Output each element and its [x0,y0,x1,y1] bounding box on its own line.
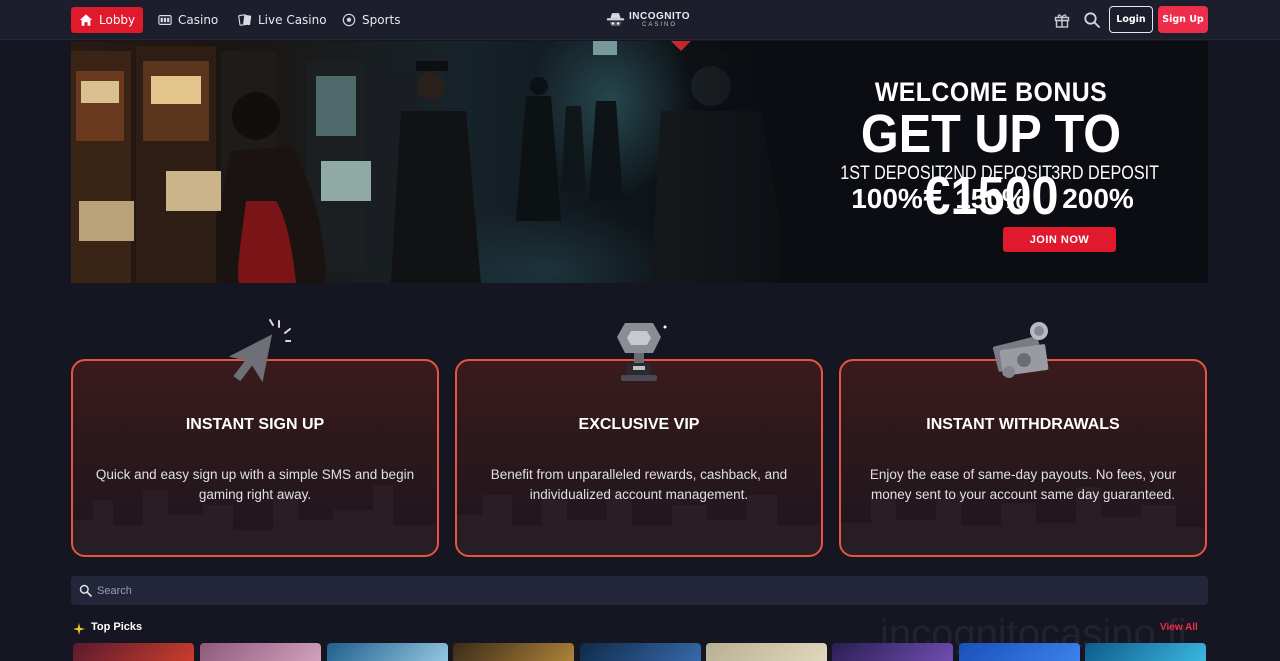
welcome-bonus-banner[interactable]: WELCOME BONUS GET UP TO €1500 1ST DEPOSI… [71,41,1208,283]
cursor-click-icon [228,319,291,383]
deposit-tier: 2ND DEPOSIT 150% [936,163,1052,215]
game-tile[interactable] [1085,643,1206,661]
top-navigation-bar: Lobby Casino Live Casino Sports INCOGNIT… [0,0,1280,40]
home-icon [79,14,93,26]
game-tile[interactable] [73,643,194,661]
nav-lobby-label: Lobby [99,13,136,27]
signup-button[interactable]: Sign Up [1158,6,1208,33]
nav-sports-label: Sports [362,13,401,27]
game-tile[interactable] [200,643,321,661]
view-all-link[interactable]: View All [1160,622,1198,633]
game-tile[interactable] [706,643,827,661]
game-tile[interactable] [959,643,1080,661]
deposit-label: 2ND DEPOSIT [944,163,1052,184]
feature-description: Enjoy the ease of same-day payouts. No f… [869,467,1177,502]
sparkle-icon [73,623,85,635]
money-icon [992,322,1049,378]
deposit-label: 3RD DEPOSIT [1051,163,1159,184]
join-now-button[interactable]: JOIN NOW [1003,227,1116,252]
incognito-hat-icon [606,13,625,27]
logo-wordmark: INCOGNITO [629,11,690,22]
nav-live-casino[interactable]: Live Casino [230,7,335,33]
trophy-icon [617,323,667,381]
nav-sports[interactable]: Sports [334,7,408,33]
site-logo[interactable]: INCOGNITO CASINO [606,8,690,32]
game-tile[interactable] [832,643,953,661]
deposit-tier: 3RD DEPOSIT 200% [1043,163,1159,215]
deposit-percent: 200% [1062,183,1134,214]
feature-title: EXCLUSIVE VIP [578,416,700,433]
feature-title: INSTANT WITHDRAWALS [926,416,1120,433]
feature-card-exclusive-vip: EXCLUSIVE VIP Benefit from unparalleled … [455,323,823,557]
feature-card-instant-signup: INSTANT SIGN UP Quick and easy sign up w… [71,319,439,557]
deposit-label: 1ST DEPOSIT [840,163,945,184]
login-button[interactable]: Login [1109,6,1153,33]
game-tile[interactable] [327,643,448,661]
game-search-bar[interactable] [71,576,1208,605]
game-tile[interactable] [580,643,701,661]
game-tile[interactable] [453,643,574,661]
gift-icon[interactable] [1053,11,1071,29]
nav-lobby[interactable]: Lobby [71,7,143,33]
nav-live-casino-label: Live Casino [258,13,327,27]
banner-text-block: WELCOME BONUS GET UP TO €1500 1ST DEPOSI… [781,41,1208,283]
search-icon [79,584,92,597]
search-icon[interactable] [1083,11,1101,29]
deposit-percent: 150% [955,183,1027,214]
feature-title: INSTANT SIGN UP [185,416,325,433]
nav-casino-label: Casino [178,13,219,27]
slot-machine-icon [158,15,172,25]
nav-casino[interactable]: Casino [150,7,226,33]
feature-card-instant-withdrawals: INSTANT WITHDRAWALS Enjoy the ease of sa… [839,322,1207,557]
feature-description: Benefit from unparalleled rewards, cashb… [490,467,788,502]
search-input[interactable] [97,576,1197,605]
deposit-tier: 1ST DEPOSIT 100% [832,163,945,215]
cards-icon [238,14,252,26]
feature-description: Quick and easy sign up with a simple SMS… [95,467,415,502]
soccer-ball-icon [342,13,356,27]
logo-subtitle: CASINO [642,22,678,28]
top-picks-heading: Top Picks [91,621,143,633]
deposit-percent: 100% [851,183,923,214]
